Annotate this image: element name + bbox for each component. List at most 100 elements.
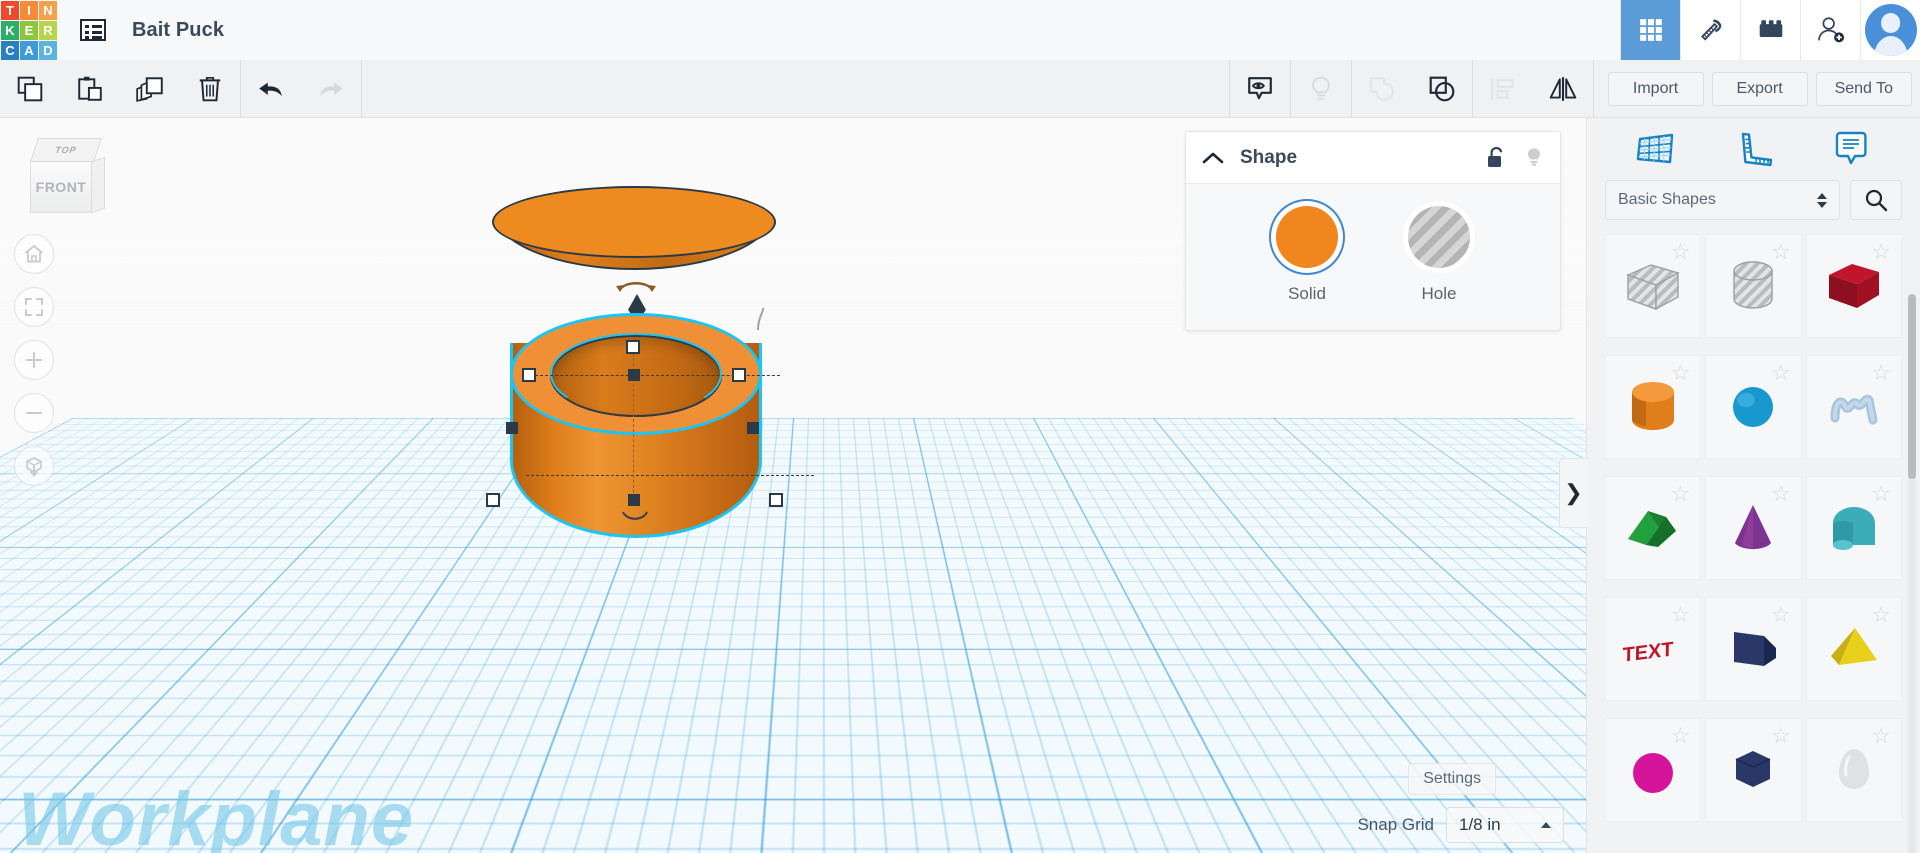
undo-button[interactable]: [241, 60, 301, 118]
shape-text[interactable]: TEXT ☆: [1605, 597, 1702, 701]
send-to-button[interactable]: Send To: [1815, 71, 1912, 106]
favorite-star-icon[interactable]: ☆: [1671, 362, 1691, 384]
shape-half-cylinder[interactable]: ☆: [1805, 476, 1902, 580]
rotate-handle-bottom-icon[interactable]: [620, 508, 650, 524]
edge-handle-front[interactable]: [628, 494, 640, 506]
align-button[interactable]: [1473, 60, 1533, 118]
redo-button[interactable]: [301, 60, 361, 118]
view-cube-front-face[interactable]: FRONT: [30, 161, 92, 213]
svg-text:TEXT: TEXT: [1623, 638, 1675, 666]
collapse-panel-tab[interactable]: ❯: [1559, 458, 1587, 528]
solid-option[interactable]: Solid: [1276, 206, 1338, 304]
corner-handle-back-left[interactable]: [506, 422, 518, 434]
shape-round-roof[interactable]: ☆: [1605, 718, 1702, 822]
paste-button[interactable]: [60, 60, 120, 118]
grid-3d-design-glyph: [1639, 19, 1662, 41]
lightbulb-icon[interactable]: [1524, 146, 1544, 170]
zoom-in-button[interactable]: [14, 340, 54, 380]
center-handle[interactable]: [628, 369, 640, 381]
pickaxe-blocks-icon[interactable]: [1680, 0, 1740, 60]
export-button[interactable]: Export: [1711, 71, 1808, 106]
rotate-handle-icon[interactable]: [614, 276, 658, 296]
list-menu-icon[interactable]: [76, 13, 110, 47]
shape-cone[interactable]: ☆: [1705, 476, 1802, 580]
fit-to-view-button[interactable]: [14, 287, 54, 327]
favorite-star-icon[interactable]: ☆: [1671, 725, 1691, 747]
shapes-grid[interactable]: ☆ ☆ ☆ ☆ ☆ ☆ ☆ ☆ ☆ TEXT ☆ ☆ ☆ ☆ ☆ ☆: [1587, 234, 1920, 835]
corner-handle-front-left[interactable]: [486, 493, 500, 507]
favorite-star-icon[interactable]: ☆: [1771, 604, 1791, 626]
chevron-up-icon[interactable]: [1202, 151, 1224, 165]
top-bar: TIN KER CAD Bait Puck: [0, 0, 1920, 60]
shape-box-hole[interactable]: ☆: [1605, 234, 1702, 338]
shape-category-value: Basic Shapes: [1618, 191, 1716, 208]
corner-handle-back-right[interactable]: [747, 422, 759, 434]
ungroup-button[interactable]: [1412, 60, 1472, 118]
search-icon[interactable]: [1850, 180, 1902, 220]
hole-pattern-swatch[interactable]: [1408, 206, 1470, 268]
notes-icon[interactable]: [1820, 123, 1882, 175]
paste-icon: [78, 76, 102, 101]
shape-category-select[interactable]: Basic Shapes: [1605, 180, 1840, 220]
home-view-button[interactable]: [14, 234, 54, 274]
view-eye-button[interactable]: [1230, 60, 1290, 118]
shape-paraboloid[interactable]: ☆: [1805, 718, 1902, 822]
shape-polygon[interactable]: ☆: [1705, 718, 1802, 822]
solid-color-swatch[interactable]: [1276, 206, 1338, 268]
view-cube[interactable]: TOP FRONT: [28, 138, 106, 216]
view-cube-side-face[interactable]: [91, 156, 105, 214]
orthographic-toggle-button[interactable]: [14, 446, 54, 486]
sidebar-scrollbar-thumb[interactable]: [1908, 294, 1916, 479]
delete-button[interactable]: [180, 60, 240, 118]
favorite-star-icon[interactable]: ☆: [1771, 362, 1791, 384]
shape-roof[interactable]: ☆: [1605, 476, 1702, 580]
shape-wedge[interactable]: ☆: [1705, 597, 1802, 701]
ruler-icon[interactable]: [1722, 123, 1784, 175]
sidebar-tool-icons: [1587, 118, 1920, 180]
hole-option[interactable]: Hole: [1408, 206, 1470, 304]
corner-handle-front-right[interactable]: [769, 493, 783, 507]
add-user-icon[interactable]: [1800, 0, 1860, 60]
bait-puck-model[interactable]: [486, 168, 814, 588]
shape-cylinder[interactable]: ☆: [1605, 355, 1702, 459]
favorite-star-icon[interactable]: ☆: [1671, 483, 1691, 505]
favorite-star-icon[interactable]: ☆: [1871, 725, 1891, 747]
shape-sphere[interactable]: ☆: [1705, 355, 1802, 459]
lightbulb-button[interactable]: [1291, 60, 1351, 118]
favorite-star-icon[interactable]: ☆: [1771, 725, 1791, 747]
duplicate-button[interactable]: [120, 60, 180, 118]
copy-button[interactable]: [0, 60, 60, 118]
shape-scribble[interactable]: ☆: [1805, 355, 1902, 459]
favorite-star-icon[interactable]: ☆: [1871, 483, 1891, 505]
account-avatar[interactable]: [1860, 0, 1920, 60]
scale-handle-left[interactable]: [522, 368, 536, 382]
favorite-star-icon[interactable]: ☆: [1871, 604, 1891, 626]
zoom-out-button[interactable]: [14, 393, 54, 433]
unlocked-padlock-icon[interactable]: [1486, 146, 1506, 170]
shape-box[interactable]: ☆: [1805, 234, 1902, 338]
lego-brick-icon[interactable]: [1740, 0, 1800, 60]
favorite-star-icon[interactable]: ☆: [1871, 241, 1891, 263]
favorite-star-icon[interactable]: ☆: [1671, 241, 1691, 263]
snap-grid-select[interactable]: 1/8 in: [1446, 807, 1564, 843]
logo-tile-t: T: [1, 1, 19, 20]
import-button[interactable]: Import: [1607, 71, 1704, 106]
favorite-star-icon[interactable]: ☆: [1771, 241, 1791, 263]
workplane-icon[interactable]: [1625, 123, 1687, 175]
scale-handle-top[interactable]: [626, 340, 640, 354]
view-cube-top-face[interactable]: TOP: [30, 138, 102, 162]
settings-button[interactable]: Settings: [1408, 763, 1496, 795]
favorite-star-icon[interactable]: ☆: [1871, 362, 1891, 384]
tinkercad-logo[interactable]: TIN KER CAD: [0, 0, 58, 60]
shape-pyramid[interactable]: ☆: [1805, 597, 1902, 701]
puck-lid-shape[interactable]: [492, 186, 776, 281]
scale-handle-right[interactable]: [732, 368, 746, 382]
rotate-axis-handle-icon[interactable]: [754, 306, 768, 332]
shape-thumb-glyph: [1633, 753, 1674, 793]
mirror-button[interactable]: [1533, 60, 1593, 118]
favorite-star-icon[interactable]: ☆: [1771, 483, 1791, 505]
group-button[interactable]: [1352, 60, 1412, 118]
grid-3d-design-icon[interactable]: [1620, 0, 1680, 60]
favorite-star-icon[interactable]: ☆: [1671, 604, 1691, 626]
shape-cylinder-hole[interactable]: ☆: [1705, 234, 1802, 338]
